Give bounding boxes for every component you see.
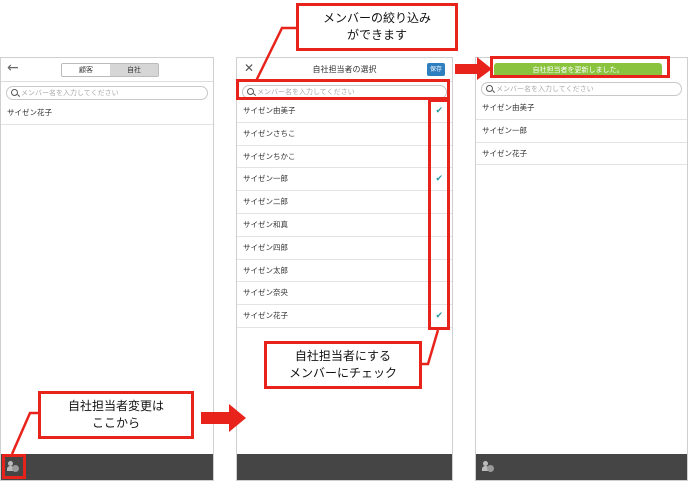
member-search — [6, 86, 208, 100]
member-name: サイゼン花子 — [243, 311, 288, 321]
member-row[interactable]: サイゼン四郎 — [237, 237, 452, 260]
member-name: サイゼン一郎 — [243, 174, 288, 184]
callout-line — [254, 26, 296, 82]
member-name: サイゼン和真 — [243, 219, 288, 229]
list-item[interactable]: サイゼン一郎 — [476, 120, 687, 143]
member-row[interactable]: サイゼン太郎 — [237, 260, 452, 283]
member-name: サイゼン奈央 — [243, 288, 288, 298]
search-input[interactable] — [496, 83, 679, 95]
panel-header: ← 顧客 自社 — [1, 58, 213, 82]
member-name: サイゼン二郎 — [243, 197, 288, 207]
toast-highlight — [490, 56, 670, 78]
member-row[interactable]: サイゼン由美子 ✔ — [237, 100, 452, 123]
member-name: サイゼンさちこ — [243, 128, 296, 138]
member-row[interactable]: サイゼン奈央 — [237, 282, 452, 306]
change-note: 自社担当者変更は ここから — [38, 391, 194, 439]
page-title: 自社担当者の選択 — [312, 65, 377, 74]
member-row[interactable]: サイゼンさちこ — [237, 123, 452, 146]
bottom-toolbar — [476, 454, 687, 480]
checkbox-column-highlight — [428, 99, 450, 330]
filter-note: メンバーの絞り込み ができます — [296, 3, 458, 51]
member-name: サイゼンちかこ — [243, 151, 296, 161]
search-icon — [11, 89, 18, 96]
updated-panel: 自社担当者を更新しました。 サイゼン由美子 サイゼン一郎 サイゼン花子 — [475, 57, 688, 481]
list-item[interactable]: サイゼン花子 — [476, 143, 687, 166]
segment-customer[interactable]: 顧客 — [62, 64, 110, 76]
callout-line — [422, 329, 440, 366]
member-row[interactable]: サイゼン花子 ✔ — [237, 305, 452, 328]
member-list: サイゼン由美子 サイゼン一郎 サイゼン花子 — [476, 97, 687, 166]
check-note: 自社担当者にする メンバーにチェック — [264, 341, 422, 389]
list-item[interactable]: サイゼン花子 — [1, 102, 213, 125]
member-search — [481, 82, 682, 96]
member-list: サイゼン由美子 ✔ サイゼンさちこ サイゼンちかこサイゼン一郎 ✔ サイゼン二郎 サイゼン和… — [237, 100, 452, 328]
member-row[interactable]: サイゼン二郎 — [237, 191, 452, 214]
search-input[interactable] — [21, 87, 205, 99]
bottom-toolbar — [237, 454, 452, 480]
member-name: サイゼン四郎 — [243, 242, 288, 252]
callout-line — [10, 411, 40, 455]
segment-control: 顧客 自社 — [61, 63, 159, 77]
next-step-arrow — [455, 57, 492, 80]
member-row[interactable]: サイゼン和真 — [237, 214, 452, 237]
member-row[interactable]: サイゼン一郎 ✔ — [237, 168, 452, 192]
segment-own-company[interactable]: 自社 — [110, 64, 158, 76]
search-icon — [486, 85, 493, 92]
next-step-arrow — [201, 404, 246, 432]
member-list: サイゼン花子 — [1, 102, 213, 125]
assign-member-icon[interactable] — [482, 461, 494, 472]
list-item[interactable]: サイゼン由美子 — [476, 97, 687, 120]
member-name: サイゼン太郎 — [243, 265, 288, 275]
member-row[interactable]: サイゼンちかこ — [237, 146, 452, 169]
arrow-left-icon[interactable]: ← — [7, 60, 19, 76]
save-button[interactable]: 保存 — [427, 63, 445, 76]
member-name: サイゼン由美子 — [243, 106, 296, 115]
member-select-panel: ✕ 自社担当者の選択 保存 サイゼン由美子✔サイゼンさちこサイゼンちかこサイゼン… — [236, 57, 453, 481]
